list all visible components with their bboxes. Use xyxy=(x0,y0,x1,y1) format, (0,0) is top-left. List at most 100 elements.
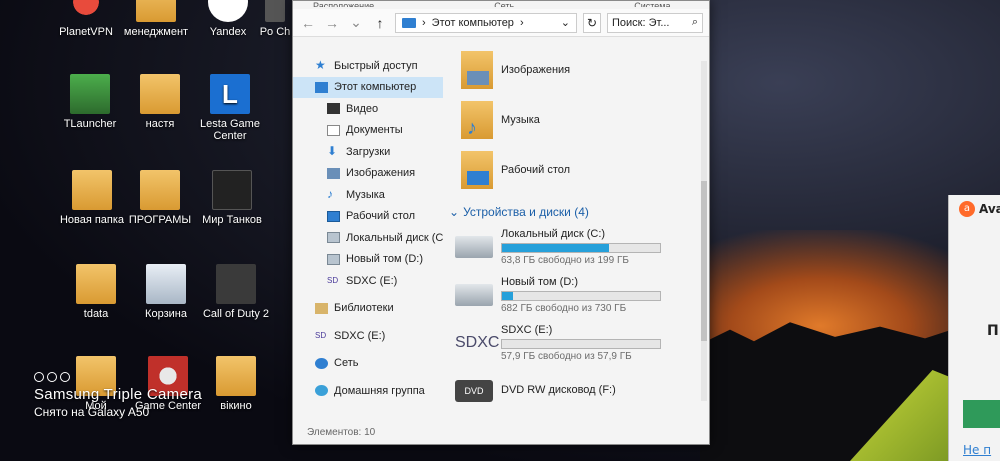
folder-icon xyxy=(76,264,116,304)
disk-icon xyxy=(327,232,340,244)
cod2-icon xyxy=(216,264,256,304)
drive-item-f[interactable]: DVD DVD RW дисковод (F:) xyxy=(445,367,700,415)
avast-text: П xyxy=(987,323,999,339)
pictures-folder-icon xyxy=(461,51,493,89)
downloads-icon: ⬇ xyxy=(327,144,338,159)
nav-item-sdxc-e[interactable]: SD SDXC (E:) xyxy=(293,270,443,292)
nav-item-desktop[interactable]: Рабочий стол xyxy=(293,206,443,228)
avast-action-button[interactable] xyxy=(963,400,1000,428)
windows-drive-icon xyxy=(455,236,493,258)
chevron-down-icon: ⌄ xyxy=(449,205,460,219)
scroll-thumb[interactable] xyxy=(701,181,707,341)
address-bar-row: ← → ⌄ ↑ › Этот компьютер › ⌄ ↻ Поиск: Эт… xyxy=(293,9,709,37)
avast-popup: a Ava П Не п xyxy=(948,195,1000,461)
recycle-bin-icon xyxy=(146,264,186,304)
desktop-icon-nastya[interactable]: настя xyxy=(120,74,200,130)
desktop-icon-tlauncher[interactable]: TLauncher xyxy=(50,74,130,130)
desktop-icon-recycle-bin[interactable]: Корзина xyxy=(126,264,206,320)
content-pane: Изображения ♪ Музыка Рабочий стол ⌄ Устр… xyxy=(445,45,700,420)
address-separator: › xyxy=(422,16,426,29)
sdxc-icon: SD xyxy=(327,276,339,286)
address-separator: › xyxy=(519,16,524,29)
forward-button[interactable]: → xyxy=(323,15,341,31)
pc-icon xyxy=(402,17,416,28)
video-icon xyxy=(327,103,340,115)
nav-item-documents[interactable]: Документы xyxy=(293,120,443,142)
nav-item-sdxc-e-root[interactable]: SD SDXC (E:) xyxy=(293,325,443,347)
tanks-icon xyxy=(212,170,252,210)
desktop-icon-lesta[interactable]: L Lesta Game Center xyxy=(190,74,270,142)
desktop-icon-cod2[interactable]: Call of Duty 2 xyxy=(196,264,276,320)
status-item-count: Элементов: 10 xyxy=(307,427,376,438)
nav-item-quick-access[interactable]: ★ Быстрый доступ xyxy=(293,55,443,77)
usage-bar xyxy=(501,339,661,349)
nav-item-homegroup[interactable]: Домашняя группа xyxy=(293,380,443,402)
nav-item-libraries[interactable]: Библиотеки xyxy=(293,298,443,320)
pc-icon xyxy=(315,81,328,93)
camera-icon xyxy=(34,372,202,382)
pictures-icon xyxy=(327,167,340,179)
usage-bar-fill xyxy=(502,244,610,252)
folder-item-pictures[interactable]: Изображения xyxy=(445,45,700,95)
usage-bar xyxy=(501,291,661,301)
avast-logo-icon: a xyxy=(959,201,975,217)
nav-item-this-pc[interactable]: Этот компьютер xyxy=(293,76,443,98)
search-input[interactable]: Поиск: Эт... ⌕ xyxy=(607,12,703,33)
yandex-icon xyxy=(208,0,248,22)
desktop-icon-programs[interactable]: ПРОГРАМЫ xyxy=(120,170,200,226)
nav-item-video[interactable]: Видео xyxy=(293,98,443,120)
desktop-icon xyxy=(327,210,340,222)
desktop-icon-planetvpn[interactable]: PlanetVPN xyxy=(46,0,126,38)
nav-item-new-volume-d[interactable]: Новый том (D:) xyxy=(293,249,443,271)
folder-icon xyxy=(216,356,256,396)
desktop-icon-management[interactable]: менеджмент xyxy=(116,0,196,38)
ribbon-location[interactable]: Расположение xyxy=(313,1,374,7)
sdxc-icon: SD xyxy=(315,331,327,341)
folder-icon xyxy=(140,74,180,114)
usage-bar-fill xyxy=(502,292,514,300)
nav-item-local-disk-c[interactable]: Локальный диск (С xyxy=(293,227,443,249)
network-icon xyxy=(315,357,328,369)
devices-group-header[interactable]: ⌄ Устройства и диски (4) xyxy=(445,201,700,223)
ribbon-system[interactable]: Система xyxy=(634,1,670,7)
navigation-pane: ★ Быстрый доступ Этот компьютер Видео До… xyxy=(293,45,443,425)
lesta-icon: L xyxy=(210,74,250,114)
music-folder-icon: ♪ xyxy=(461,101,493,139)
desktop-folder-icon xyxy=(461,151,493,189)
address-text: Этот компьютер xyxy=(431,16,514,29)
folder-item-desktop[interactable]: Рабочий стол xyxy=(445,145,700,195)
desktop-icon-vikino[interactable]: вікино xyxy=(196,356,276,412)
avast-link[interactable]: Не п xyxy=(963,443,991,457)
dvd-icon: DVD xyxy=(455,380,493,402)
chevron-down-icon[interactable]: ⌄ xyxy=(561,16,570,29)
folder-icon xyxy=(72,170,112,210)
drive-item-e[interactable]: SDXC SDXC (E:) 57,9 ГБ свободно из 57,9 … xyxy=(445,319,700,367)
homegroup-icon xyxy=(315,385,328,397)
folder-item-music[interactable]: ♪ Музыка xyxy=(445,95,700,145)
search-placeholder: Поиск: Эт... xyxy=(612,16,670,29)
desktop-icon-mir-tankov[interactable]: Мир Танков xyxy=(192,170,272,226)
scrollbar[interactable] xyxy=(701,61,707,401)
libraries-icon xyxy=(315,302,328,314)
folder-icon xyxy=(136,0,176,22)
nav-item-music[interactable]: ♪ Музыка xyxy=(293,184,443,206)
nav-item-downloads[interactable]: ⬇ Загрузки xyxy=(293,141,443,163)
planetvpn-icon xyxy=(66,0,106,22)
search-icon: ⌕ xyxy=(691,16,698,28)
partial-icon xyxy=(265,0,285,22)
usage-bar xyxy=(501,243,661,253)
recent-locations-button[interactable]: ⌄ xyxy=(347,14,365,31)
documents-icon xyxy=(327,124,340,136)
camera-watermark: Samsung Triple Camera Снято на Galaxy A5… xyxy=(34,372,202,419)
nav-item-pictures[interactable]: Изображения xyxy=(293,163,443,185)
sdxc-drive-icon: SDXC xyxy=(455,334,500,351)
address-field[interactable]: › Этот компьютер › ⌄ xyxy=(395,12,577,33)
nav-item-network[interactable]: Сеть xyxy=(293,353,443,375)
drive-item-d[interactable]: Новый том (D:) 682 ГБ свободно из 730 ГБ xyxy=(445,271,700,319)
back-button[interactable]: ← xyxy=(299,15,317,31)
drive-item-c[interactable]: Локальный диск (C:) 63,8 ГБ свободно из … xyxy=(445,223,700,271)
ribbon-network[interactable]: Сеть xyxy=(494,1,514,7)
refresh-button[interactable]: ↻ xyxy=(583,12,601,33)
desktop-icon-tdata[interactable]: tdata xyxy=(56,264,136,320)
up-button[interactable]: ↑ xyxy=(371,15,389,31)
